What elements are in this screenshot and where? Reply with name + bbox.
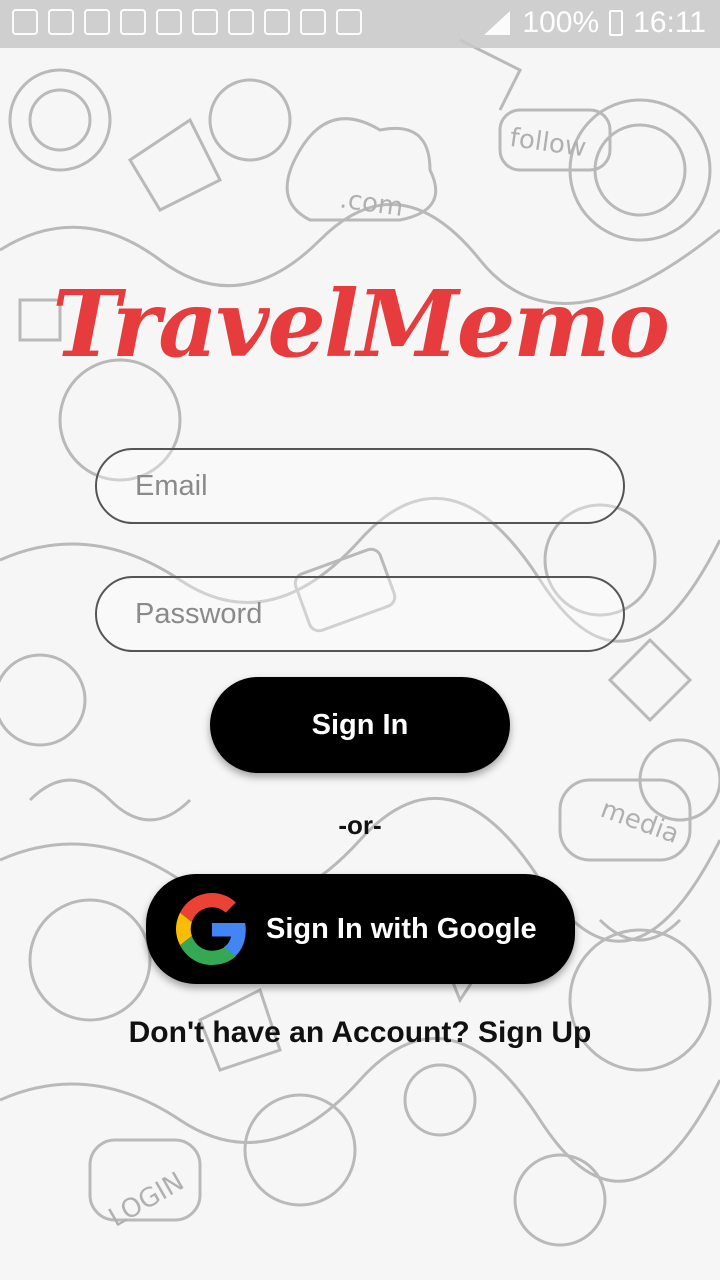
email-input[interactable] [97, 450, 623, 522]
sign-up-link[interactable]: Don't have an Account? Sign Up [0, 1016, 720, 1050]
notification-icon [12, 9, 38, 35]
clock: 16:11 [633, 6, 706, 39]
password-field-container [95, 576, 625, 652]
google-sign-in-label: Sign In with Google [266, 912, 537, 945]
battery-icon [609, 10, 624, 36]
flag-icon [264, 9, 290, 35]
app-logo-title: TravelMemo [52, 270, 670, 378]
headset-icon [84, 9, 110, 35]
play-store-icon [336, 9, 362, 35]
mail-icon [48, 9, 74, 35]
signal-icon [484, 11, 511, 35]
system-status: 100% 16:11 [482, 6, 706, 40]
sync-icon [192, 9, 218, 35]
google-icon [176, 893, 246, 965]
email-field-container [95, 448, 625, 524]
sync-icon [228, 9, 254, 35]
battery-percent: 100% [522, 6, 600, 39]
facebook-icon [156, 9, 182, 35]
google-sign-in-button[interactable]: Sign In with Google [146, 874, 575, 984]
cloud-icon [300, 9, 326, 35]
notification-icons [12, 9, 362, 35]
or-divider: -or- [338, 810, 382, 840]
password-input[interactable] [97, 578, 623, 650]
status-bar: 100% 16:11 [0, 0, 720, 48]
sign-in-label: Sign In [311, 708, 409, 741]
facebook-icon [120, 9, 146, 35]
sign-in-button[interactable]: Sign In [210, 677, 510, 773]
